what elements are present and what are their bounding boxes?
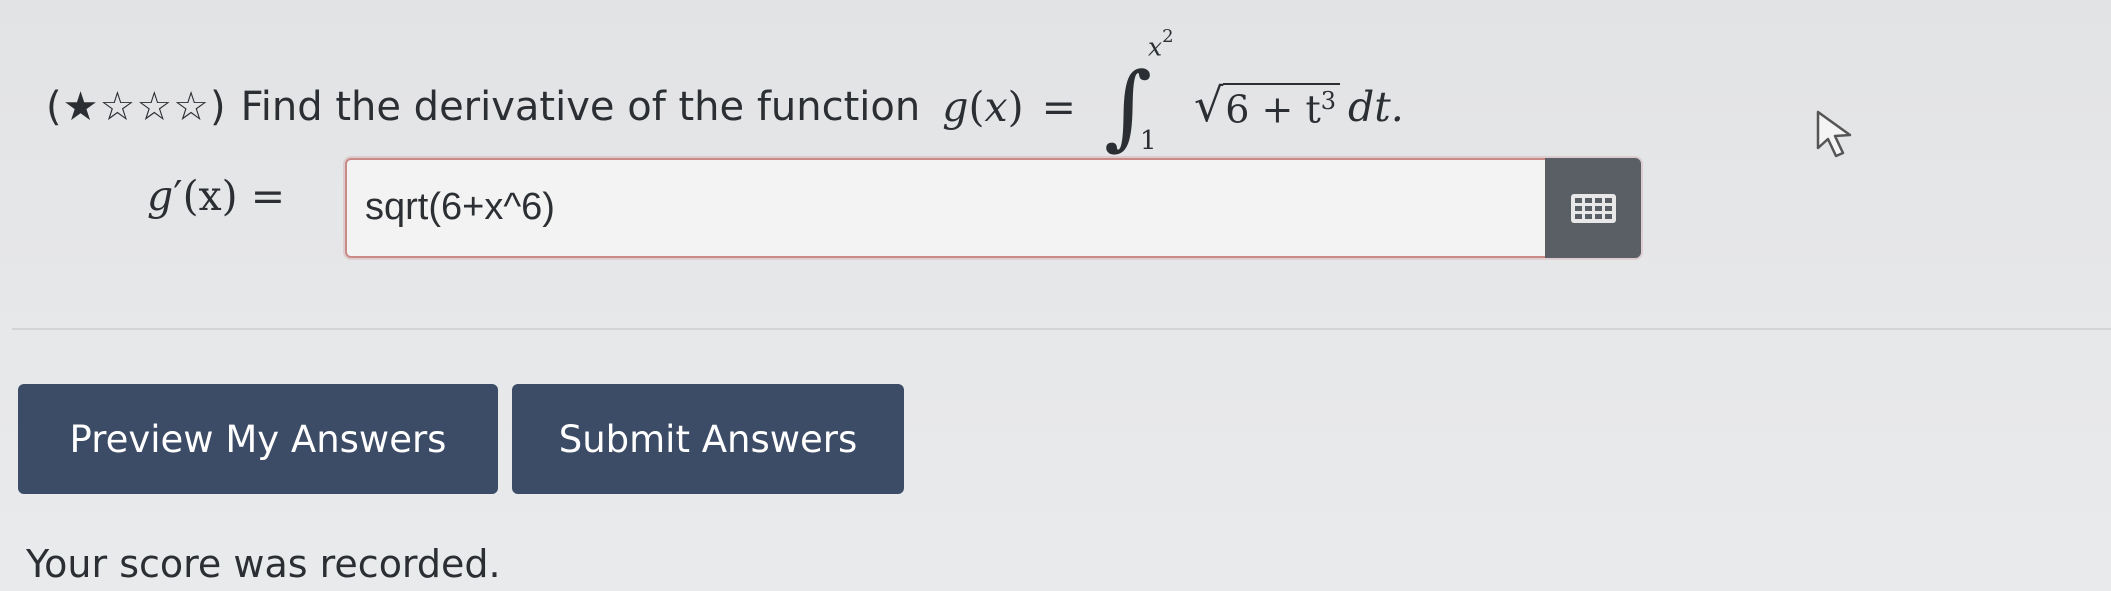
integrand: 6 + t3	[1223, 82, 1341, 131]
lower-limit: 1	[1139, 126, 1157, 156]
upper-limit: x2	[1147, 26, 1174, 62]
preview-answers-button[interactable]: Preview My Answers	[18, 384, 498, 494]
square-root: √ 6 + t3	[1193, 77, 1341, 132]
problem-statement: (★☆☆☆) Find the derivative of the functi…	[46, 26, 1404, 162]
answer-row: g′(x) =	[147, 158, 1641, 258]
answer-input[interactable]	[365, 186, 1465, 229]
page: (★☆☆☆) Find the derivative of the functi…	[0, 0, 2111, 591]
math-keypad-button[interactable]	[1545, 158, 1641, 258]
radical-sign-icon: √	[1193, 77, 1224, 132]
function-definition: g(x) = ∫ x2 1 √ 6 + t3 dt.	[942, 26, 1404, 162]
keyboard-icon	[1570, 193, 1616, 223]
mouse-cursor-icon	[1816, 110, 1852, 158]
score-status-message: Your score was recorded.	[26, 542, 501, 586]
function-variable: x	[984, 83, 1008, 131]
submit-answers-button[interactable]: Submit Answers	[512, 384, 904, 494]
answer-field[interactable]	[345, 158, 1641, 258]
difficulty-stars: (★☆☆☆)	[46, 84, 227, 130]
answer-label: g′(x) =	[147, 172, 286, 220]
problem-text: Find the derivative of the function	[240, 84, 921, 130]
function-name: g	[942, 83, 969, 131]
problem-panel: (★☆☆☆) Find the derivative of the functi…	[12, 0, 2111, 330]
integral: ∫ x2 1	[1100, 26, 1182, 162]
differential: dt.	[1348, 83, 1404, 131]
